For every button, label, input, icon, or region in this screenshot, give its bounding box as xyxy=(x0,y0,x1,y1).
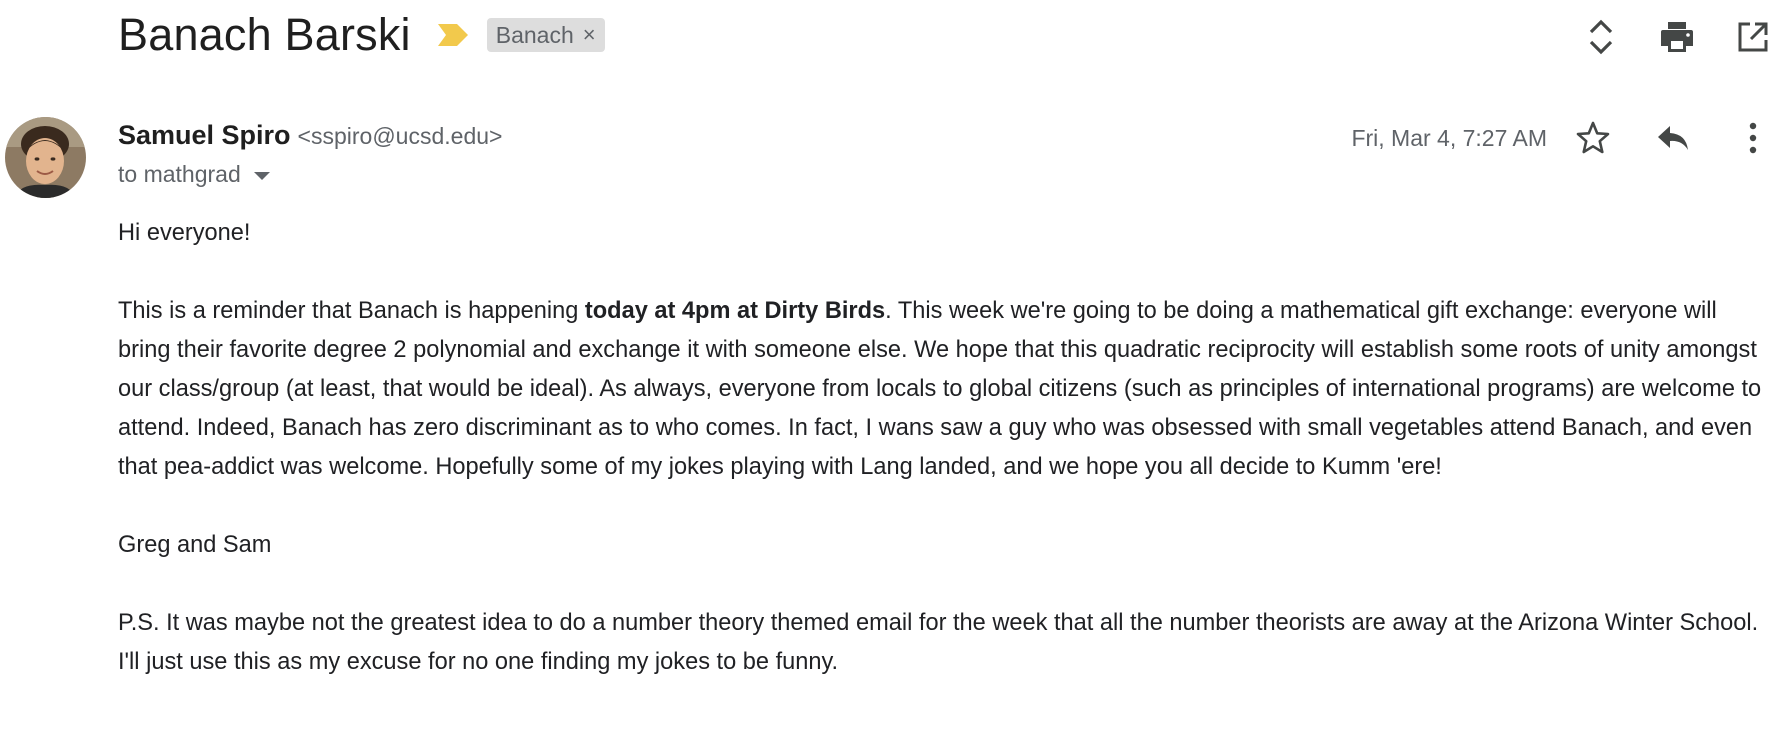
print-button[interactable] xyxy=(1653,13,1701,61)
expand-collapse-icon xyxy=(1589,19,1613,55)
open-in-new-window-button[interactable] xyxy=(1729,13,1777,61)
label-chip-text: Banach xyxy=(495,21,574,48)
recipient-text: to mathgrad xyxy=(118,161,241,187)
body-greeting: Hi everyone! xyxy=(118,220,251,246)
recipient-dropdown[interactable]: to mathgrad xyxy=(118,161,502,188)
thread-subject: Banach Barski xyxy=(118,9,411,60)
email-view: Banach Barski Banach × Samuel Spiro <ssp… xyxy=(0,0,1785,753)
subject-row: Banach Barski Banach × xyxy=(118,4,605,66)
star-button[interactable] xyxy=(1569,114,1617,162)
message-date: Fri, Mar 4, 7:27 AM xyxy=(1351,124,1547,151)
label-chip[interactable]: Banach × xyxy=(486,18,605,52)
expand-collapse-button[interactable] xyxy=(1577,13,1625,61)
sender-line: Samuel Spiro <sspiro@ucsd.edu> xyxy=(118,120,502,151)
body-paragraph-rest: . This week we're going to be doing a ma… xyxy=(118,298,1762,480)
message-body: Hi everyone! This is a reminder that Ban… xyxy=(118,214,1773,682)
reply-button[interactable] xyxy=(1649,114,1697,162)
message-actions: Fri, Mar 4, 7:27 AM xyxy=(1351,114,1777,162)
more-options-icon xyxy=(1749,122,1757,154)
sender-email: <sspiro@ucsd.edu> xyxy=(297,123,503,149)
importance-marker-icon[interactable] xyxy=(437,22,469,48)
star-icon xyxy=(1576,121,1610,154)
body-paragraph-start: This is a reminder that Banach is happen… xyxy=(118,298,585,324)
reply-icon xyxy=(1658,126,1688,150)
body-paragraph: This is a reminder that Banach is happen… xyxy=(118,292,1773,487)
thread-actions xyxy=(1549,13,1777,61)
event-time-location: today at 4pm at Dirty Birds xyxy=(584,298,886,324)
sender-block: Samuel Spiro <sspiro@ucsd.edu> to mathgr… xyxy=(118,120,502,188)
open-in-new-window-icon xyxy=(1738,22,1768,52)
chevron-down-icon xyxy=(253,171,270,180)
sender-name[interactable]: Samuel Spiro xyxy=(118,120,291,151)
body-signature: Greg and Sam xyxy=(118,532,272,558)
remove-label-icon[interactable]: × xyxy=(583,24,596,46)
print-icon xyxy=(1661,22,1693,52)
body-postscript: P.S. It was maybe not the greatest idea … xyxy=(118,610,1759,675)
sender-avatar[interactable] xyxy=(5,117,86,198)
more-options-button[interactable] xyxy=(1729,114,1777,162)
